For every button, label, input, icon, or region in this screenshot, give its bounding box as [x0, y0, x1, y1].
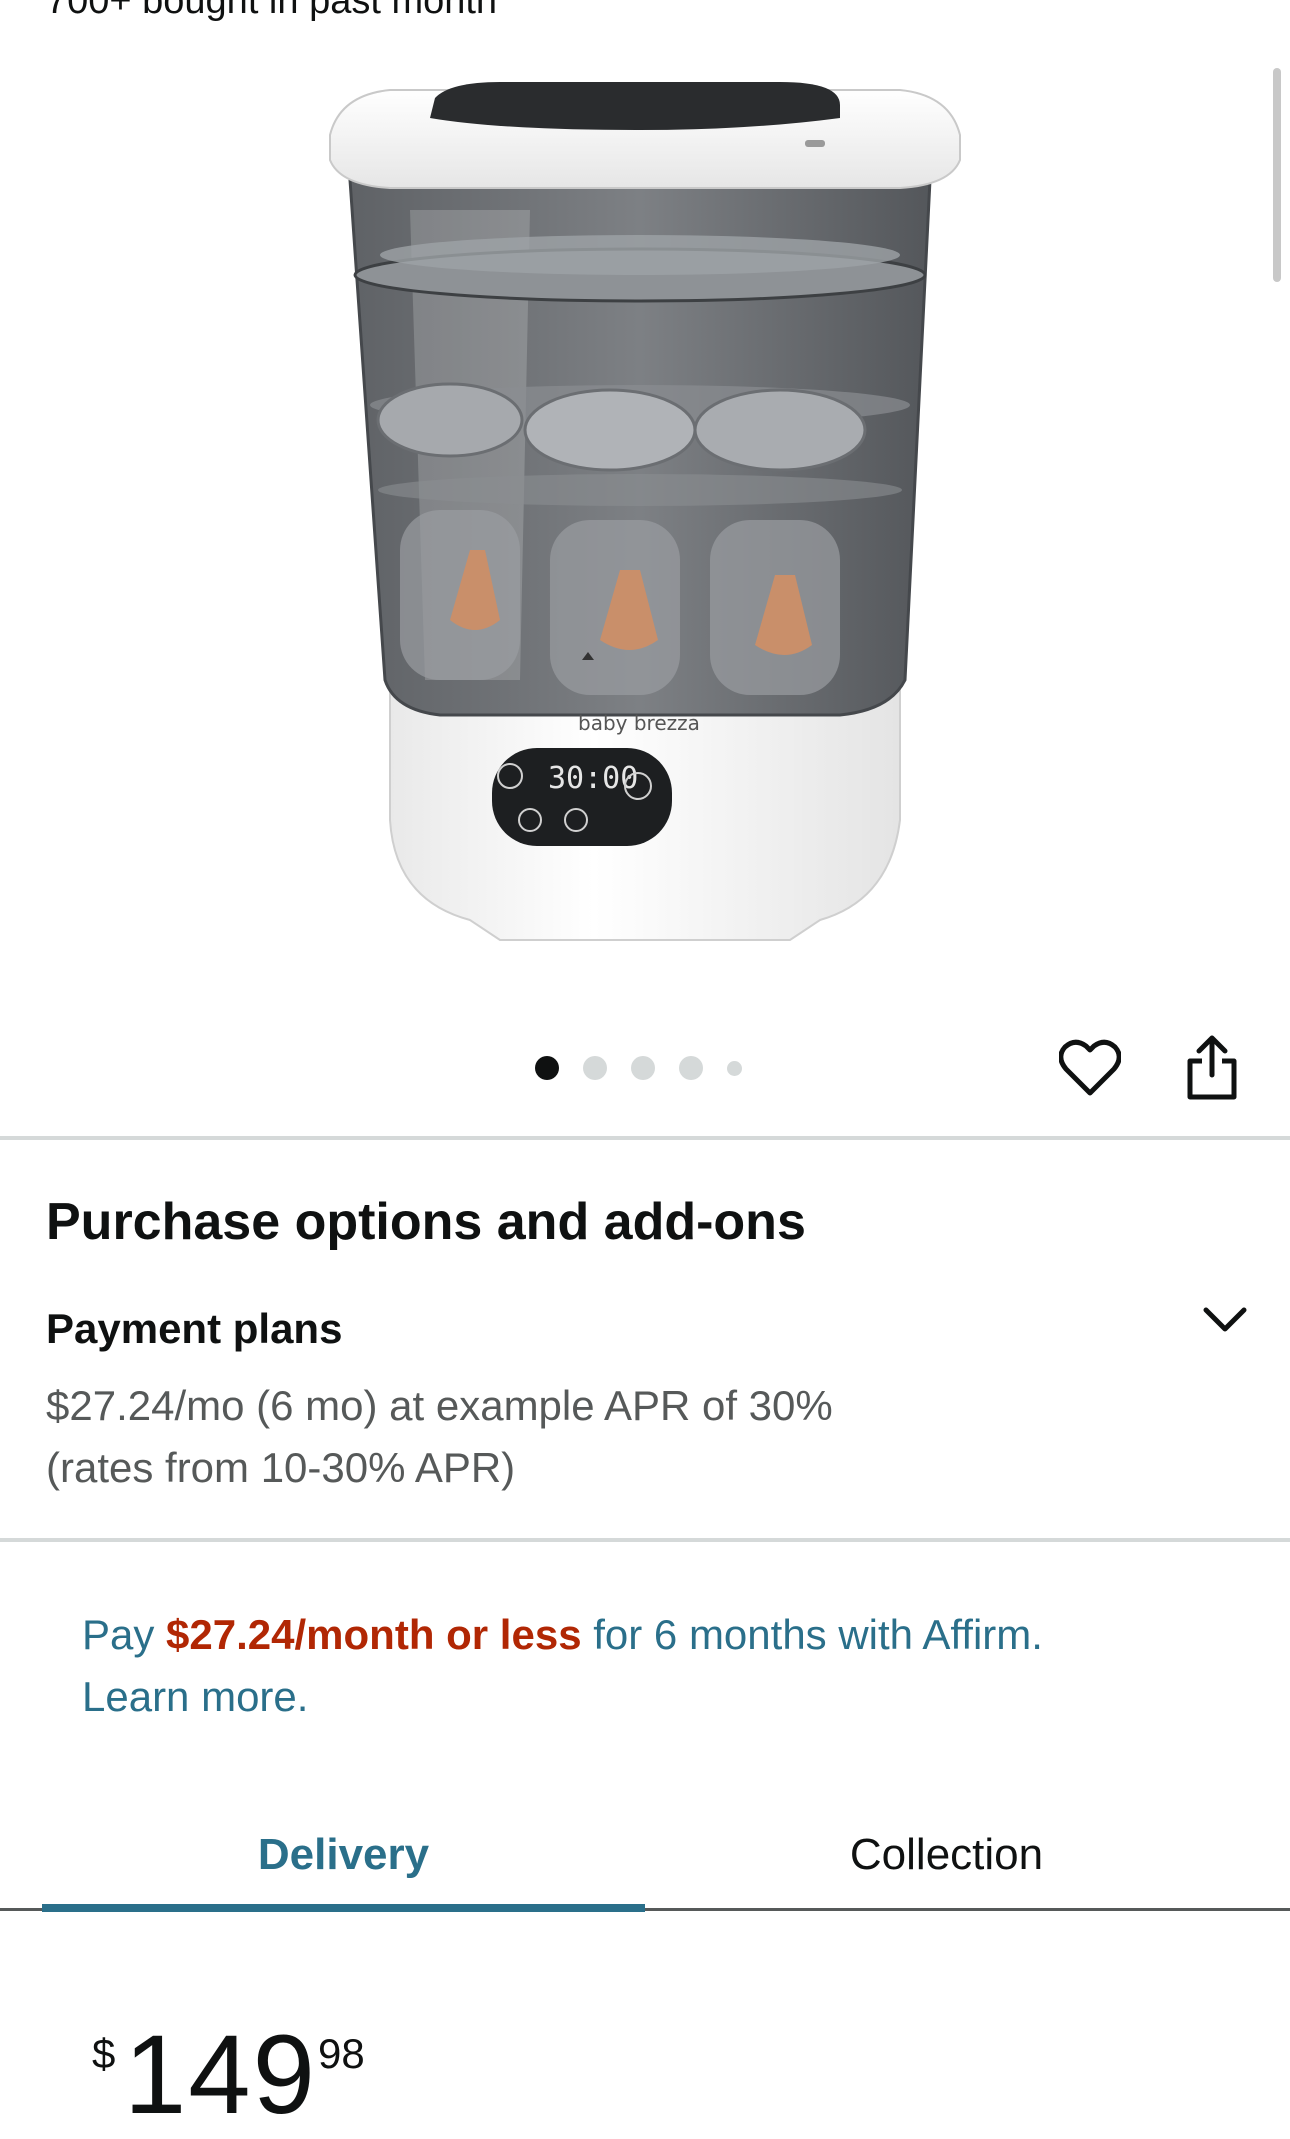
payment-plan-rate: $27.24/mo (6 mo) at example APR of 30%: [46, 1382, 833, 1429]
share-icon: [1187, 1035, 1237, 1100]
carousel-dot[interactable]: [679, 1056, 703, 1080]
payment-plans-expand-button[interactable]: [1190, 1290, 1260, 1350]
brand-logo: baby brezza: [578, 711, 700, 735]
tab-delivery[interactable]: Delivery: [42, 1800, 645, 1910]
affirm-prefix: Pay: [82, 1611, 167, 1658]
payment-plan-apr-range: (rates from 10-30% APR): [46, 1444, 516, 1491]
heart-icon: [1059, 1039, 1121, 1096]
fulfillment-tabs: Delivery Collection: [0, 1800, 1290, 1912]
price-whole: 149: [124, 2012, 317, 2137]
carousel-dot[interactable]: [535, 1056, 559, 1080]
section-divider: [0, 1538, 1290, 1542]
tab-selected-indicator: [42, 1904, 645, 1912]
payment-plans-detail: $27.24/mo (6 mo) at example APR of 30% (…: [46, 1375, 1196, 1499]
image-carousel-indicator[interactable]: [535, 1056, 742, 1080]
timer-display: 30:00: [548, 761, 638, 796]
payment-plans-header[interactable]: Payment plans: [46, 1305, 342, 1353]
affirm-suffix: for 6 months with Affirm.: [581, 1611, 1043, 1658]
scrollbar[interactable]: [1273, 68, 1281, 282]
affirm-offer-link[interactable]: Pay $27.24/month or less for 6 months wi…: [82, 1604, 1232, 1728]
section-divider: [0, 1136, 1290, 1140]
price-fraction: 98: [318, 2030, 365, 2077]
chevron-down-icon: [1203, 1307, 1247, 1332]
tab-collection[interactable]: Collection: [645, 1800, 1248, 1910]
learn-more-link[interactable]: Learn more.: [82, 1673, 308, 1720]
share-button[interactable]: [1172, 1028, 1252, 1108]
add-to-wishlist-button[interactable]: [1050, 1028, 1130, 1108]
affirm-amount: $27.24/month or less: [166, 1611, 582, 1658]
carousel-dot[interactable]: [583, 1056, 607, 1080]
price-currency-symbol: $: [92, 2030, 116, 2077]
bought-in-past-month: 700+ bought in past month: [46, 0, 498, 22]
product-image[interactable]: baby brezza 30:00: [300, 60, 980, 960]
carousel-dot[interactable]: [631, 1056, 655, 1080]
carousel-dot[interactable]: [727, 1060, 742, 1076]
section-title: Purchase options and add-ons: [46, 1193, 806, 1251]
